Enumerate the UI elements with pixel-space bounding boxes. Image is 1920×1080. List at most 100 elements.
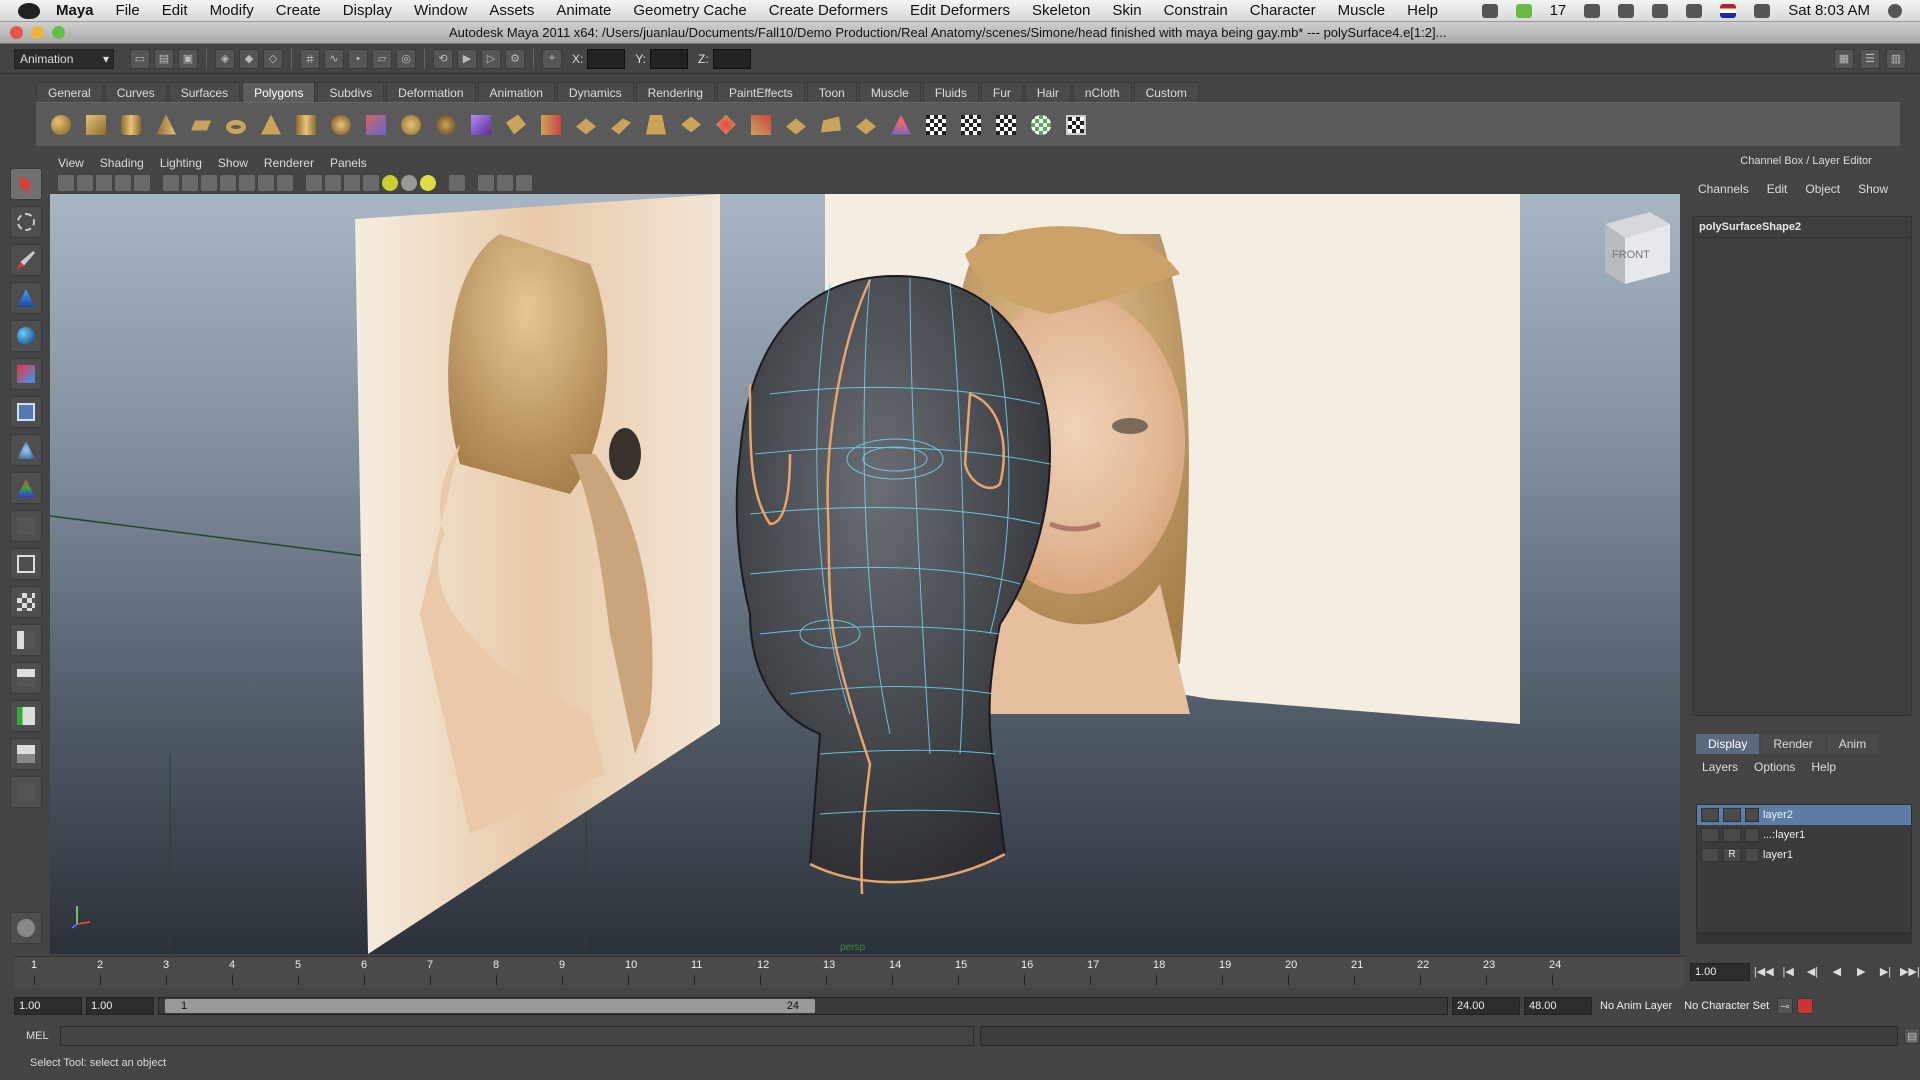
anim-layer-dropdown[interactable]: No Anim Layer (1596, 997, 1676, 1015)
use-all-lights-icon[interactable] (382, 175, 398, 191)
command-language-label[interactable]: MEL (14, 1030, 54, 1042)
layer-color-swatch[interactable] (1745, 828, 1759, 842)
tool-settings-icon[interactable]: ☰ (1860, 48, 1880, 69)
menu-character[interactable]: Character (1250, 2, 1316, 19)
x-field[interactable] (587, 48, 626, 69)
menuset-dropdown[interactable]: Animation (14, 48, 114, 69)
insert-edge-loop-icon[interactable] (641, 110, 671, 140)
poly-cylinder-icon[interactable] (116, 110, 146, 140)
split-polygon-icon[interactable] (606, 110, 636, 140)
script-editor-icon[interactable]: ▤ (1904, 1028, 1920, 1044)
layout-single-icon[interactable] (10, 548, 42, 580)
perspective-viewport[interactable]: FRONT persp (50, 194, 1680, 954)
shelf-tab-surfaces[interactable]: Surfaces (168, 82, 241, 102)
camera-attributes-icon[interactable] (77, 175, 93, 191)
poly-cube-icon[interactable] (81, 110, 111, 140)
play-forward-icon[interactable]: ▶ (1851, 963, 1871, 981)
tray-count[interactable]: 17 (1550, 2, 1567, 19)
shelf-tab-ncloth[interactable]: nCloth (1072, 82, 1132, 102)
layer-color-swatch[interactable] (1745, 808, 1759, 822)
shelf-tab-fluids[interactable]: Fluids (922, 82, 979, 102)
panel-menu-panels[interactable]: Panels (330, 156, 367, 170)
cb-menu-object[interactable]: Object (1805, 182, 1840, 196)
menu-window[interactable]: Window (414, 2, 467, 19)
snap-curve-icon[interactable]: ∿ (324, 48, 344, 69)
soft-mod-icon[interactable] (10, 434, 42, 466)
offset-edge-loop-icon[interactable] (676, 110, 706, 140)
shelf-tab-curves[interactable]: Curves (104, 82, 167, 102)
menu-edit-deformers[interactable]: Edit Deformers (910, 2, 1010, 19)
range-bar[interactable]: 1 24 (158, 997, 1448, 1015)
gate-mask-icon[interactable] (220, 175, 236, 191)
layer-visibility-toggle[interactable] (1701, 808, 1719, 822)
panel-menu-lighting[interactable]: Lighting (160, 156, 202, 170)
current-time-field[interactable]: 1.00 (1690, 963, 1750, 981)
shelf-tab-custom[interactable]: Custom (1133, 82, 1199, 102)
shelf-tab-rendering[interactable]: Rendering (635, 82, 715, 102)
go-to-end-icon[interactable]: ▶▶| (1900, 963, 1920, 981)
step-back-key-icon[interactable]: |◀ (1778, 963, 1798, 981)
paint-select-icon[interactable] (10, 244, 42, 276)
character-set-dropdown[interactable]: No Character Set (1680, 997, 1773, 1015)
safe-action-icon[interactable] (258, 175, 274, 191)
layer-visibility-toggle[interactable] (1701, 848, 1719, 862)
layer-name[interactable]: ...:layer1 (1763, 829, 1805, 841)
poly-pipe-icon[interactable] (291, 110, 321, 140)
shelf-tab-polygons[interactable]: Polygons (242, 82, 316, 102)
poly-plane-icon[interactable] (186, 110, 216, 140)
uv-editor-icon[interactable] (1061, 110, 1091, 140)
uv-spherical-icon[interactable] (1026, 110, 1056, 140)
minimize-window-button[interactable] (31, 26, 44, 39)
layer-row[interactable]: layer2 (1697, 805, 1911, 825)
bridge-icon[interactable] (536, 110, 566, 140)
cb-menu-edit[interactable]: Edit (1767, 182, 1788, 196)
wifi-icon[interactable] (1754, 3, 1771, 18)
channel-list[interactable]: polySurfaceShape2 (1692, 216, 1912, 716)
ipr-render-icon[interactable]: ▷ (481, 48, 501, 69)
menu-edit[interactable]: Edit (162, 2, 188, 19)
rotate-tool-icon[interactable] (10, 320, 42, 352)
z-field[interactable] (712, 48, 751, 69)
menu-create-deformers[interactable]: Create Deformers (769, 2, 888, 19)
wireframe-icon[interactable] (306, 175, 322, 191)
textured-icon[interactable] (363, 175, 379, 191)
uv-cylindrical-icon[interactable] (991, 110, 1021, 140)
combine-icon[interactable] (361, 110, 391, 140)
layer-menu-options[interactable]: Options (1754, 760, 1795, 774)
time-slider[interactable]: 1 2 3 4 5 6 7 8 9 10 11 12 13 14 15 16 17 18 19 20 21 22 23 24 (14, 956, 1684, 988)
cb-menu-show[interactable]: Show (1858, 182, 1888, 196)
menu-animate[interactable]: Animate (556, 2, 611, 19)
start-time-field[interactable]: 1.00 (14, 997, 82, 1015)
panel-menu-view[interactable]: View (58, 156, 84, 170)
panel-menu-renderer[interactable]: Renderer (264, 156, 314, 170)
spotlight-icon[interactable] (1888, 3, 1902, 18)
isolate-select-icon[interactable] (449, 175, 465, 191)
open-scene-icon[interactable]: ▤ (154, 48, 174, 69)
menu-assets[interactable]: Assets (489, 2, 534, 19)
mirror-icon[interactable] (886, 110, 916, 140)
two-d-pan-icon[interactable] (134, 175, 150, 191)
close-window-button[interactable] (10, 26, 23, 39)
high-quality-icon[interactable] (420, 175, 436, 191)
poly-pyramid-icon[interactable] (256, 110, 286, 140)
go-to-start-icon[interactable]: |◀◀ (1754, 963, 1774, 981)
clock[interactable]: Sat 8:03 AM (1788, 2, 1870, 19)
camera-select-icon[interactable] (58, 175, 74, 191)
backface-culling-icon[interactable] (516, 175, 532, 191)
menu-app[interactable]: Maya (56, 2, 94, 19)
key-icon[interactable]: ⊸ (1777, 998, 1794, 1014)
separate-icon[interactable] (396, 110, 426, 140)
render-settings-icon[interactable]: ⚙ (505, 48, 525, 69)
wireframe-on-shaded-icon[interactable] (344, 175, 360, 191)
input-flag-icon[interactable] (1720, 3, 1737, 18)
move-tool-icon[interactable] (10, 282, 42, 314)
layer-display-type-toggle[interactable] (1723, 828, 1741, 842)
layer-scrollbar[interactable] (1696, 932, 1912, 944)
grid-toggle-icon[interactable] (163, 175, 179, 191)
menu-skeleton[interactable]: Skeleton (1032, 2, 1090, 19)
menu-file[interactable]: File (116, 2, 140, 19)
quick-layout-icon[interactable] (10, 912, 42, 944)
cb-menu-channels[interactable]: Channels (1698, 182, 1749, 196)
make-live-icon[interactable]: ◎ (396, 48, 416, 69)
step-back-frame-icon[interactable]: ◀| (1802, 963, 1822, 981)
